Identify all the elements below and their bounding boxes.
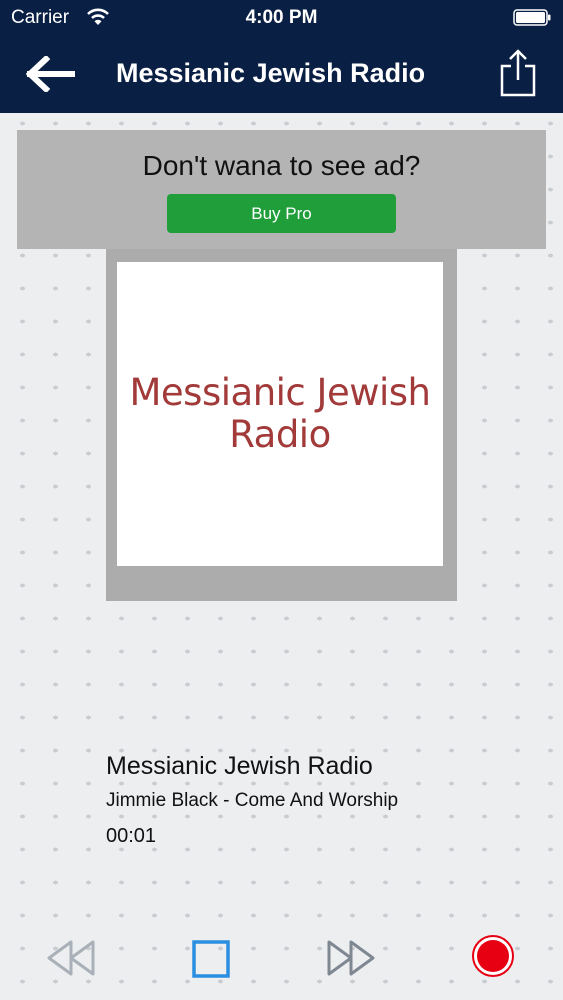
record-icon[interactable] — [471, 934, 515, 978]
fast-forward-icon[interactable] — [325, 938, 377, 978]
battery-icon — [513, 9, 551, 26]
navigation-bar: Messianic Jewish Radio — [0, 36, 563, 113]
status-bar: Carrier 4:00 PM — [0, 0, 563, 36]
rewind-icon[interactable] — [45, 938, 97, 978]
station-artwork: Messianic Jewish Radio — [117, 262, 443, 566]
ad-banner: Don't wana to see ad? Buy Pro — [17, 130, 546, 249]
elapsed-time: 00:01 — [106, 825, 157, 847]
station-logo-line1: Messianic Jewish — [129, 371, 431, 414]
back-arrow-icon[interactable] — [26, 56, 78, 92]
station-logo: Messianic Jewish Radio — [125, 372, 435, 456]
status-time: 4:00 PM — [245, 7, 318, 28]
now-playing-station: Messianic Jewish Radio — [106, 752, 373, 780]
share-icon[interactable] — [499, 48, 537, 98]
page-title: Messianic Jewish Radio — [116, 58, 426, 88]
stop-icon[interactable] — [192, 940, 230, 978]
buy-pro-button[interactable]: Buy Pro — [167, 194, 396, 233]
ad-message: Don't wana to see ad? — [142, 150, 421, 181]
station-artwork-frame: Messianic Jewish Radio — [106, 249, 457, 601]
station-logo-line2: Radio — [229, 413, 331, 456]
now-playing-track: Jimmie Black - Come And Worship — [106, 790, 399, 811]
